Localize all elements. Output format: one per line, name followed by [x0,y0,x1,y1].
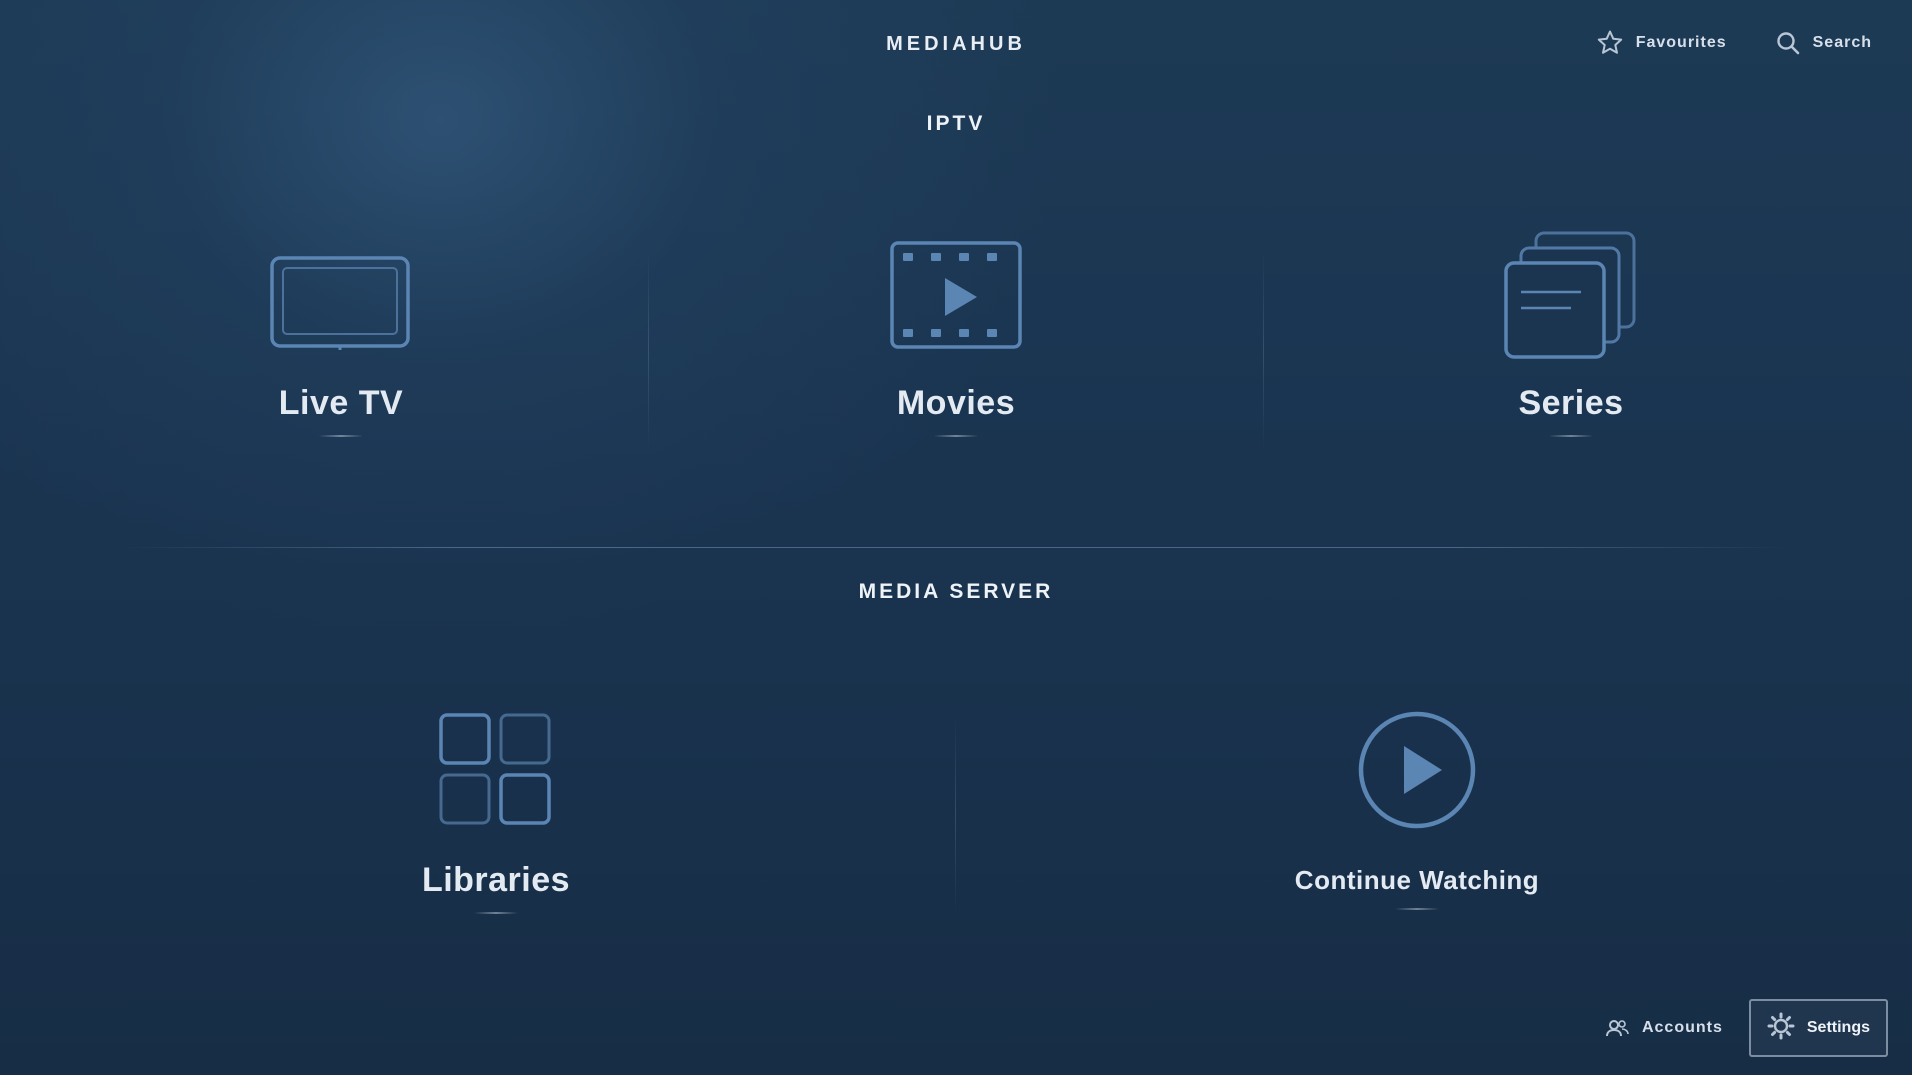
media-server-section-title: MEDIA SERVER [858,580,1054,603]
settings-button[interactable]: Settings [1748,999,1888,1057]
favourites-button[interactable]: Favourites [1596,29,1727,57]
tile-libraries-underline [474,912,518,914]
tile-continue-watching-underline [1395,908,1439,910]
section-divider [120,547,1792,548]
tile-libraries[interactable]: Libraries [346,705,646,914]
search-label: Search [1812,34,1872,51]
accounts-button[interactable]: Accounts [1605,1018,1723,1038]
accounts-label: Accounts [1641,1019,1723,1036]
settings-label: Settings [1806,1019,1870,1036]
favourites-label: Favourites [1635,34,1727,51]
film-play-icon [890,241,1022,349]
tile-series-label: Series [1518,384,1624,422]
iptv-divider-1 [648,250,649,450]
tv-icon [270,256,410,350]
iptv-divider-2 [1263,250,1264,450]
media-server-divider [955,715,956,915]
tile-movies[interactable]: Movies [806,230,1106,437]
tile-movies-underline [934,435,978,437]
tile-live-tv-underline [319,435,363,437]
play-circle-icon [1358,711,1476,829]
tile-series-underline [1549,435,1593,437]
tile-libraries-label: Libraries [421,861,571,899]
search-button[interactable]: Search [1775,30,1872,56]
top-actions: Favourites Search [1596,29,1872,57]
bottom-actions: Accounts Settings [1605,999,1888,1057]
gear-icon [1767,1012,1795,1045]
iptv-section-title: IPTV [926,112,986,135]
tile-live-tv[interactable]: Live TV [191,230,491,437]
tile-continue-watching-label: Continue Watching [1294,865,1540,895]
grid-icon [439,713,551,825]
stacked-pages-icon [1504,231,1636,359]
accounts-icon [1605,1018,1630,1038]
star-icon [1596,29,1624,57]
tile-live-tv-label: Live TV [278,384,404,422]
tile-series[interactable]: Series [1421,230,1721,437]
search-icon [1775,30,1801,56]
tile-movies-label: Movies [896,384,1016,422]
tile-continue-watching[interactable]: Continue Watching [1267,705,1567,910]
